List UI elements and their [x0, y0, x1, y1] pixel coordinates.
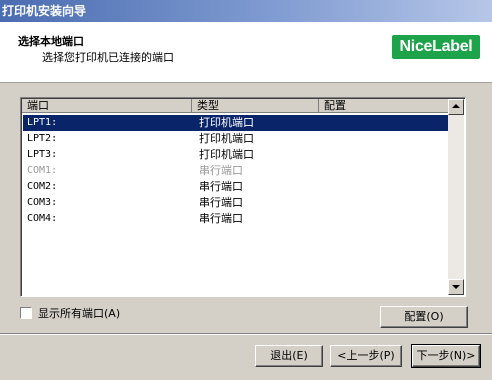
port-list[interactable]: 端口 类型 配置 LPT1: 打印机端口 LPT2: 打印机端口 LPT3: 打印机端口 C… — [20, 97, 466, 297]
type-cell: 打印机端口 — [199, 148, 254, 161]
column-header-config[interactable]: 配置 — [319, 99, 450, 113]
show-all-ports-label[interactable]: 显示所有端口(A) — [38, 305, 120, 321]
port-row-lpt1[interactable]: LPT1: 打印机端口 — [23, 115, 449, 131]
port-cell: COM4: — [27, 213, 58, 224]
port-cell: LPT3: — [27, 149, 58, 160]
port-cell: LPT2: — [27, 133, 58, 144]
next-button[interactable]: 下一步(N)> — [411, 344, 481, 368]
port-cell: COM1: — [27, 165, 58, 176]
exit-button[interactable]: 退出(E) — [255, 345, 323, 367]
port-row-com1[interactable]: COM1: 串行端口 — [23, 163, 449, 179]
type-cell: 打印机端口 — [199, 116, 254, 129]
port-cell: LPT1: — [27, 117, 58, 128]
vertical-scrollbar[interactable] — [448, 99, 464, 295]
back-button[interactable]: <上一步(P) — [330, 345, 402, 367]
port-row-lpt3[interactable]: LPT3: 打印机端口 — [23, 147, 449, 163]
page-subtitle: 选择您打印机已连接的端口 — [42, 51, 174, 64]
arrow-up-icon — [452, 104, 460, 108]
column-header-port[interactable]: 端口 — [22, 99, 192, 113]
port-row-com4[interactable]: COM4: 串行端口 — [23, 211, 449, 227]
port-cell: COM2: — [27, 181, 58, 192]
window-title: 打印机安装向导 — [2, 4, 87, 18]
port-cell: COM3: — [27, 197, 58, 208]
footer-divider — [0, 333, 492, 335]
column-header-type[interactable]: 类型 — [192, 99, 319, 113]
page-title: 选择本地端口 — [18, 35, 84, 48]
type-cell: 串行端口 — [199, 196, 243, 209]
port-row-com2[interactable]: COM2: 串行端口 — [23, 179, 449, 195]
type-cell: 串行端口 — [199, 180, 243, 193]
arrow-down-icon — [452, 285, 460, 289]
configure-button[interactable]: 配置(O) — [380, 306, 468, 328]
scroll-up-button[interactable] — [448, 99, 464, 115]
wizard-header: 选择本地端口 选择您打印机已连接的端口 NiceLabel — [0, 22, 492, 83]
type-cell: 打印机端口 — [199, 132, 254, 145]
type-cell: 串行端口 — [199, 164, 243, 177]
port-row-lpt2[interactable]: LPT2: 打印机端口 — [23, 131, 449, 147]
show-all-ports-checkbox[interactable] — [20, 307, 32, 319]
window-titlebar[interactable]: 打印机安装向导 — [0, 0, 492, 22]
nicelabel-logo: NiceLabel — [392, 35, 480, 59]
scroll-down-button[interactable] — [448, 279, 464, 295]
port-row-com3[interactable]: COM3: 串行端口 — [23, 195, 449, 211]
type-cell: 串行端口 — [199, 212, 243, 225]
